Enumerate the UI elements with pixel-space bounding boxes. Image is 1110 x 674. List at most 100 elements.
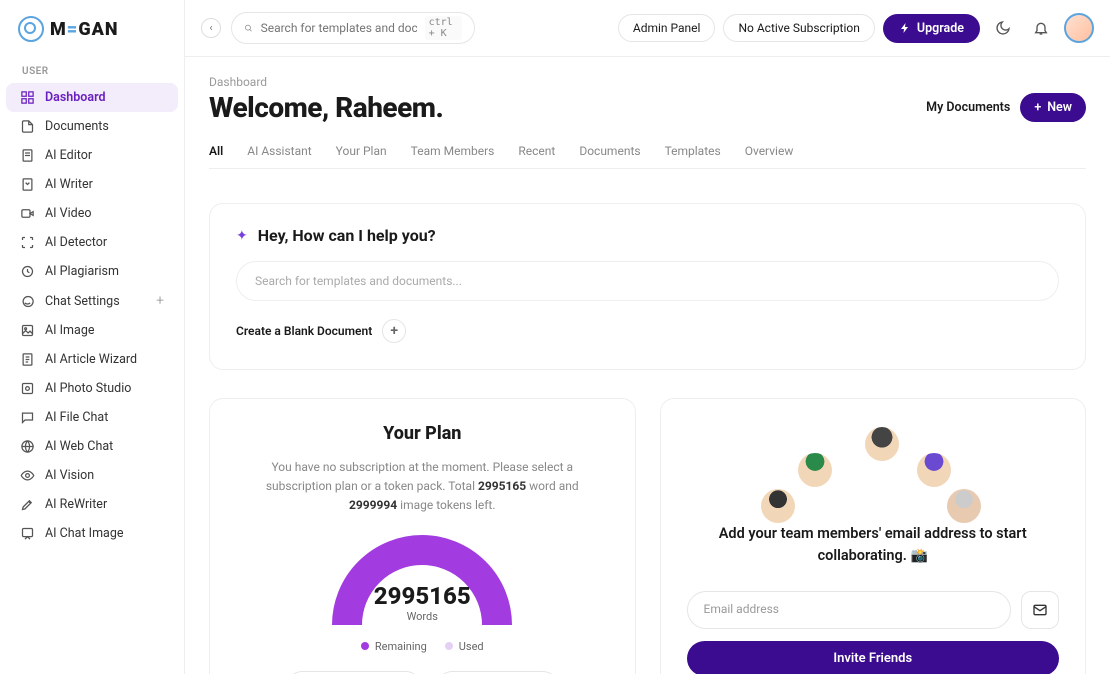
tabs: All AI Assistant Your Plan Team Members … — [209, 138, 1086, 169]
bolt-icon — [899, 22, 911, 34]
sidebar-item-label: AI Editor — [45, 148, 92, 163]
sidebar-item-ai-photo-studio[interactable]: AI Photo Studio — [6, 374, 178, 403]
shield-icon — [20, 264, 35, 279]
help-search-input[interactable]: Search for templates and documents... — [236, 261, 1059, 301]
sidebar-item-label: AI Photo Studio — [45, 381, 131, 396]
upgrade-button[interactable]: Upgrade — [883, 14, 980, 43]
sidebar-item-dashboard[interactable]: Dashboard — [6, 83, 178, 112]
sidebar-item-ai-detector[interactable]: AI Detector — [6, 228, 178, 257]
photo-icon — [20, 381, 35, 396]
tab-templates[interactable]: Templates — [665, 138, 721, 168]
scan-icon — [20, 235, 35, 250]
sidebar-item-label: AI Video — [45, 206, 91, 221]
dot-used-icon — [445, 642, 453, 650]
tab-ai-assistant[interactable]: AI Assistant — [247, 138, 311, 168]
plan-legend: Remaining Used — [236, 640, 609, 653]
sidebar-item-ai-article-wizard[interactable]: AI Article Wizard — [6, 345, 178, 374]
wizard-icon — [20, 352, 35, 367]
gauge-label: Words — [327, 610, 517, 623]
page-title: Welcome, Raheem. — [209, 91, 443, 124]
sidebar-item-ai-chat-image[interactable]: AI Chat Image — [6, 519, 178, 548]
sidebar-item-ai-file-chat[interactable]: AI File Chat — [6, 403, 178, 432]
sidebar-item-label: AI Detector — [45, 235, 107, 250]
plan-card: Your Plan You have no subscription at th… — [209, 398, 636, 674]
content: Dashboard Welcome, Raheem. My Documents … — [185, 57, 1110, 674]
tab-overview[interactable]: Overview — [745, 138, 794, 168]
invite-friends-button[interactable]: Invite Friends — [687, 641, 1060, 674]
sidebar-item-label: AI Web Chat — [45, 439, 113, 454]
sidebar-item-label: AI Writer — [45, 177, 93, 192]
plan-description: You have no subscription at the moment. … — [236, 458, 609, 516]
main: ‹ ctrl + K Admin Panel No Active Subscri… — [185, 0, 1110, 674]
tab-all[interactable]: All — [209, 138, 223, 168]
pen-icon — [20, 177, 35, 192]
sidebar-item-ai-vision[interactable]: AI Vision — [6, 461, 178, 490]
search-input[interactable]: ctrl + K — [231, 12, 475, 44]
shortcut-hint: ctrl + K — [425, 16, 463, 40]
admin-panel-button[interactable]: Admin Panel — [618, 14, 716, 42]
video-icon — [20, 206, 35, 221]
avatar — [865, 427, 899, 461]
new-label: New — [1047, 100, 1072, 115]
bell-icon — [1033, 20, 1049, 36]
image-icon — [20, 323, 35, 338]
my-documents-link[interactable]: My Documents — [926, 100, 1010, 115]
plus-icon: + — [390, 323, 398, 339]
camera-icon: 📸 — [911, 548, 928, 564]
sidebar-item-label: Dashboard — [45, 90, 106, 105]
tab-documents[interactable]: Documents — [579, 138, 640, 168]
chevron-left-icon: ‹ — [209, 23, 212, 34]
sidebar: M=GAN USER Dashboard Documents AI Editor… — [0, 0, 185, 674]
sidebar-item-ai-image[interactable]: AI Image — [6, 316, 178, 345]
page-icon — [20, 148, 35, 163]
sidebar-item-ai-web-chat[interactable]: AI Web Chat — [6, 432, 178, 461]
plus-icon: + — [1034, 100, 1041, 115]
chat-icon — [20, 294, 35, 309]
sidebar-item-label: AI File Chat — [45, 410, 108, 425]
gauge-value: 2995165 — [327, 582, 517, 610]
avatar — [917, 453, 951, 487]
new-button[interactable]: + New — [1020, 93, 1086, 122]
sidebar-item-label: AI Article Wizard — [45, 352, 137, 367]
theme-toggle-button[interactable] — [988, 13, 1018, 43]
mail-icon — [1032, 602, 1048, 618]
sidebar-item-ai-rewriter[interactable]: AI ReWriter — [6, 490, 178, 519]
avatar[interactable] — [1064, 13, 1094, 43]
moon-icon — [995, 20, 1011, 36]
expand-icon[interactable]: + — [156, 293, 164, 309]
logo[interactable]: M=GAN — [0, 0, 184, 52]
avatar — [947, 489, 981, 523]
logo-text: M=GAN — [50, 19, 119, 40]
create-blank-button[interactable]: + — [382, 319, 406, 343]
sidebar-item-ai-editor[interactable]: AI Editor — [6, 141, 178, 170]
avatar — [798, 453, 832, 487]
avatar — [761, 489, 795, 523]
subscription-badge[interactable]: No Active Subscription — [723, 14, 874, 42]
team-message: Add your team members' email address to … — [687, 523, 1060, 567]
plan-gauge: 2995165 Words — [327, 530, 517, 630]
sidebar-item-documents[interactable]: Documents — [6, 112, 178, 141]
team-card: Add your team members' email address to … — [660, 398, 1087, 674]
sidebar-item-ai-plagiarism[interactable]: AI Plagiarism — [6, 257, 178, 286]
notifications-button[interactable] — [1026, 13, 1056, 43]
view-credits-button[interactable]: View Your Credits — [286, 671, 422, 674]
file-icon — [20, 119, 35, 134]
email-field[interactable]: Email address — [687, 591, 1012, 629]
tab-team-members[interactable]: Team Members — [411, 138, 495, 168]
search-field[interactable] — [261, 21, 417, 35]
tab-your-plan[interactable]: Your Plan — [336, 138, 387, 168]
team-avatars — [687, 423, 1060, 523]
logo-icon — [18, 16, 44, 42]
sidebar-item-ai-writer[interactable]: AI Writer — [6, 170, 178, 199]
sidebar-toggle-button[interactable]: ‹ — [201, 18, 221, 38]
topbar: ‹ ctrl + K Admin Panel No Active Subscri… — [185, 0, 1110, 57]
webchat-icon — [20, 439, 35, 454]
sidebar-item-ai-video[interactable]: AI Video — [6, 199, 178, 228]
tab-recent[interactable]: Recent — [518, 138, 555, 168]
dot-remaining-icon — [361, 642, 369, 650]
chatimg-icon — [20, 526, 35, 541]
eye-icon — [20, 468, 35, 483]
sidebar-item-chat-settings[interactable]: Chat Settings + — [6, 286, 178, 316]
send-email-button[interactable] — [1021, 591, 1059, 629]
select-plan-button[interactable]: + Select a Plan — [436, 671, 559, 674]
